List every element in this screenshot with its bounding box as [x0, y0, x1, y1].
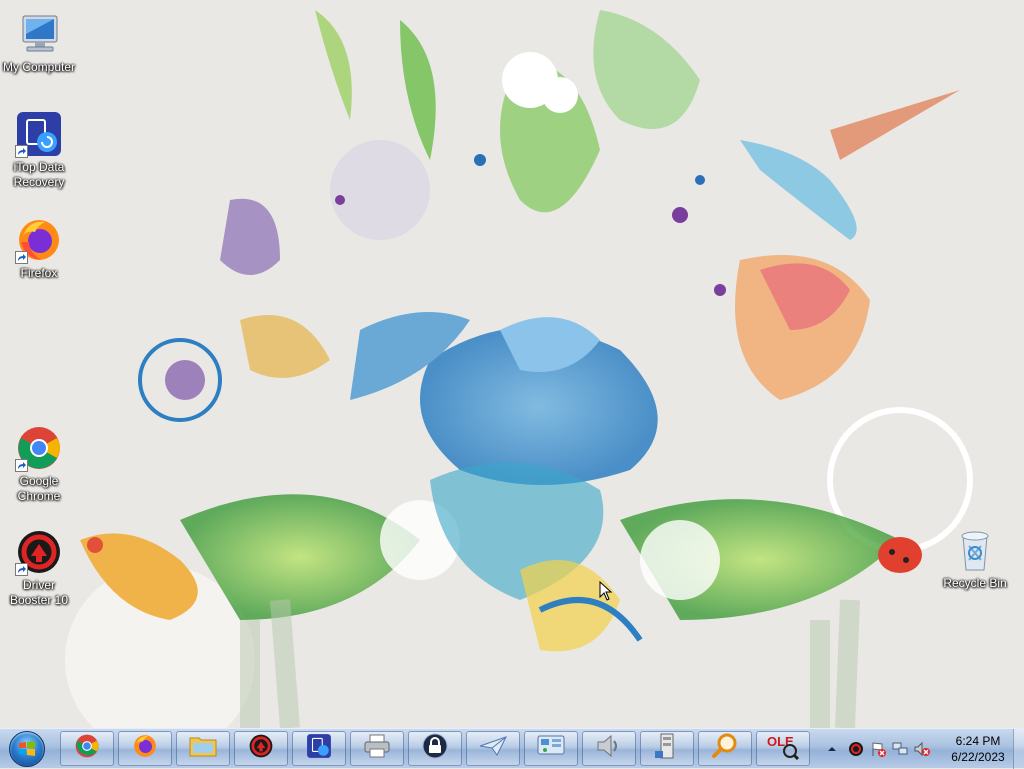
svg-text:OLE: OLE: [767, 734, 794, 749]
clock-date: 6/22/2023: [951, 750, 1005, 764]
magnifier-icon: [711, 732, 739, 765]
taskbar-printer-button[interactable]: [350, 731, 404, 766]
chrome-icon: [15, 424, 63, 472]
show-desktop-button[interactable]: [1013, 729, 1024, 769]
taskbar-itop-button[interactable]: [292, 731, 346, 766]
notification-area: 6:24 PM 6/22/2023: [814, 729, 1024, 769]
firefox-icon: [132, 733, 158, 764]
taskbar-network-settings-button[interactable]: [524, 731, 578, 766]
taskbar-lock-button[interactable]: [408, 731, 462, 766]
firefox-icon: [15, 216, 63, 264]
desktop-icon-label: My Computer: [2, 60, 76, 74]
itop-data-recovery-icon: [306, 733, 332, 764]
mouse-cursor-icon: [599, 580, 613, 606]
file-cabinet-icon: [653, 733, 681, 764]
action-center-flag-icon[interactable]: [870, 741, 886, 757]
desktop-icon-my-computer[interactable]: My Computer: [0, 10, 78, 75]
driver-booster-icon: [248, 733, 274, 764]
chrome-icon: [74, 733, 100, 764]
taskbar-firefox-button[interactable]: [118, 731, 172, 766]
shortcut-arrow-icon: [15, 459, 28, 472]
taskbar-chrome-button[interactable]: [60, 731, 114, 766]
itop-data-recovery-icon: [15, 110, 63, 158]
start-button[interactable]: [0, 729, 54, 769]
desktop-icon-label: Google Chrome: [17, 474, 61, 503]
desktop-icon-label: iTop Data Recovery: [13, 160, 65, 189]
windows-explorer-icon: [189, 734, 217, 763]
shortcut-arrow-icon: [15, 145, 28, 158]
taskbar-paper-plane-button[interactable]: [466, 731, 520, 766]
desktop-icon-itop-data-recovery[interactable]: iTop Data Recovery: [0, 110, 78, 190]
driver-booster-icon: [15, 528, 63, 576]
taskbar-ole-tool-button[interactable]: OLE: [756, 731, 810, 766]
desktop-icon-label: Firefox: [20, 266, 58, 280]
taskbar-explorer-button[interactable]: [176, 731, 230, 766]
lock-icon: [422, 733, 448, 764]
desktop-wallpaper: [0, 0, 1024, 728]
taskbar-speaker-button[interactable]: [582, 731, 636, 766]
taskbar-driver-booster-button[interactable]: [234, 731, 288, 766]
speaker-icon: [595, 733, 623, 764]
desktop-icon-label: Driver Booster 10: [9, 578, 69, 607]
ole-tool-icon: OLE: [766, 732, 800, 765]
desktop-icon-firefox[interactable]: Firefox: [0, 216, 78, 281]
printer-icon: [363, 734, 391, 763]
desktop-icon-google-chrome[interactable]: Google Chrome: [0, 424, 78, 504]
clock[interactable]: 6:24 PM 6/22/2023: [946, 733, 1010, 765]
clock-time: 6:24 PM: [955, 734, 1001, 748]
taskbar-magnifier-button[interactable]: [698, 731, 752, 766]
driver-booster-tray-icon[interactable]: [848, 741, 864, 757]
paper-plane-icon: [479, 735, 507, 762]
network-icon[interactable]: [892, 741, 908, 757]
taskbar-file-cabinet-button[interactable]: [640, 731, 694, 766]
windows-logo-icon: [9, 731, 45, 767]
desktop-icon-recycle-bin[interactable]: Recycle Bin: [936, 526, 1014, 591]
volume-muted-icon[interactable]: [914, 741, 930, 757]
shortcut-arrow-icon: [15, 251, 28, 264]
recycle-bin-icon: [951, 526, 999, 574]
desktop-icon-label: Recycle Bin: [943, 576, 1007, 590]
shortcut-arrow-icon: [15, 563, 28, 576]
network-settings-icon: [537, 734, 565, 763]
taskbar: OLE 6:24 PM 6/22/2023: [0, 728, 1024, 769]
show-hidden-icons-arrow[interactable]: [824, 741, 840, 757]
computer-icon: [15, 10, 63, 58]
desktop-icon-driver-booster[interactable]: Driver Booster 10: [0, 528, 78, 608]
